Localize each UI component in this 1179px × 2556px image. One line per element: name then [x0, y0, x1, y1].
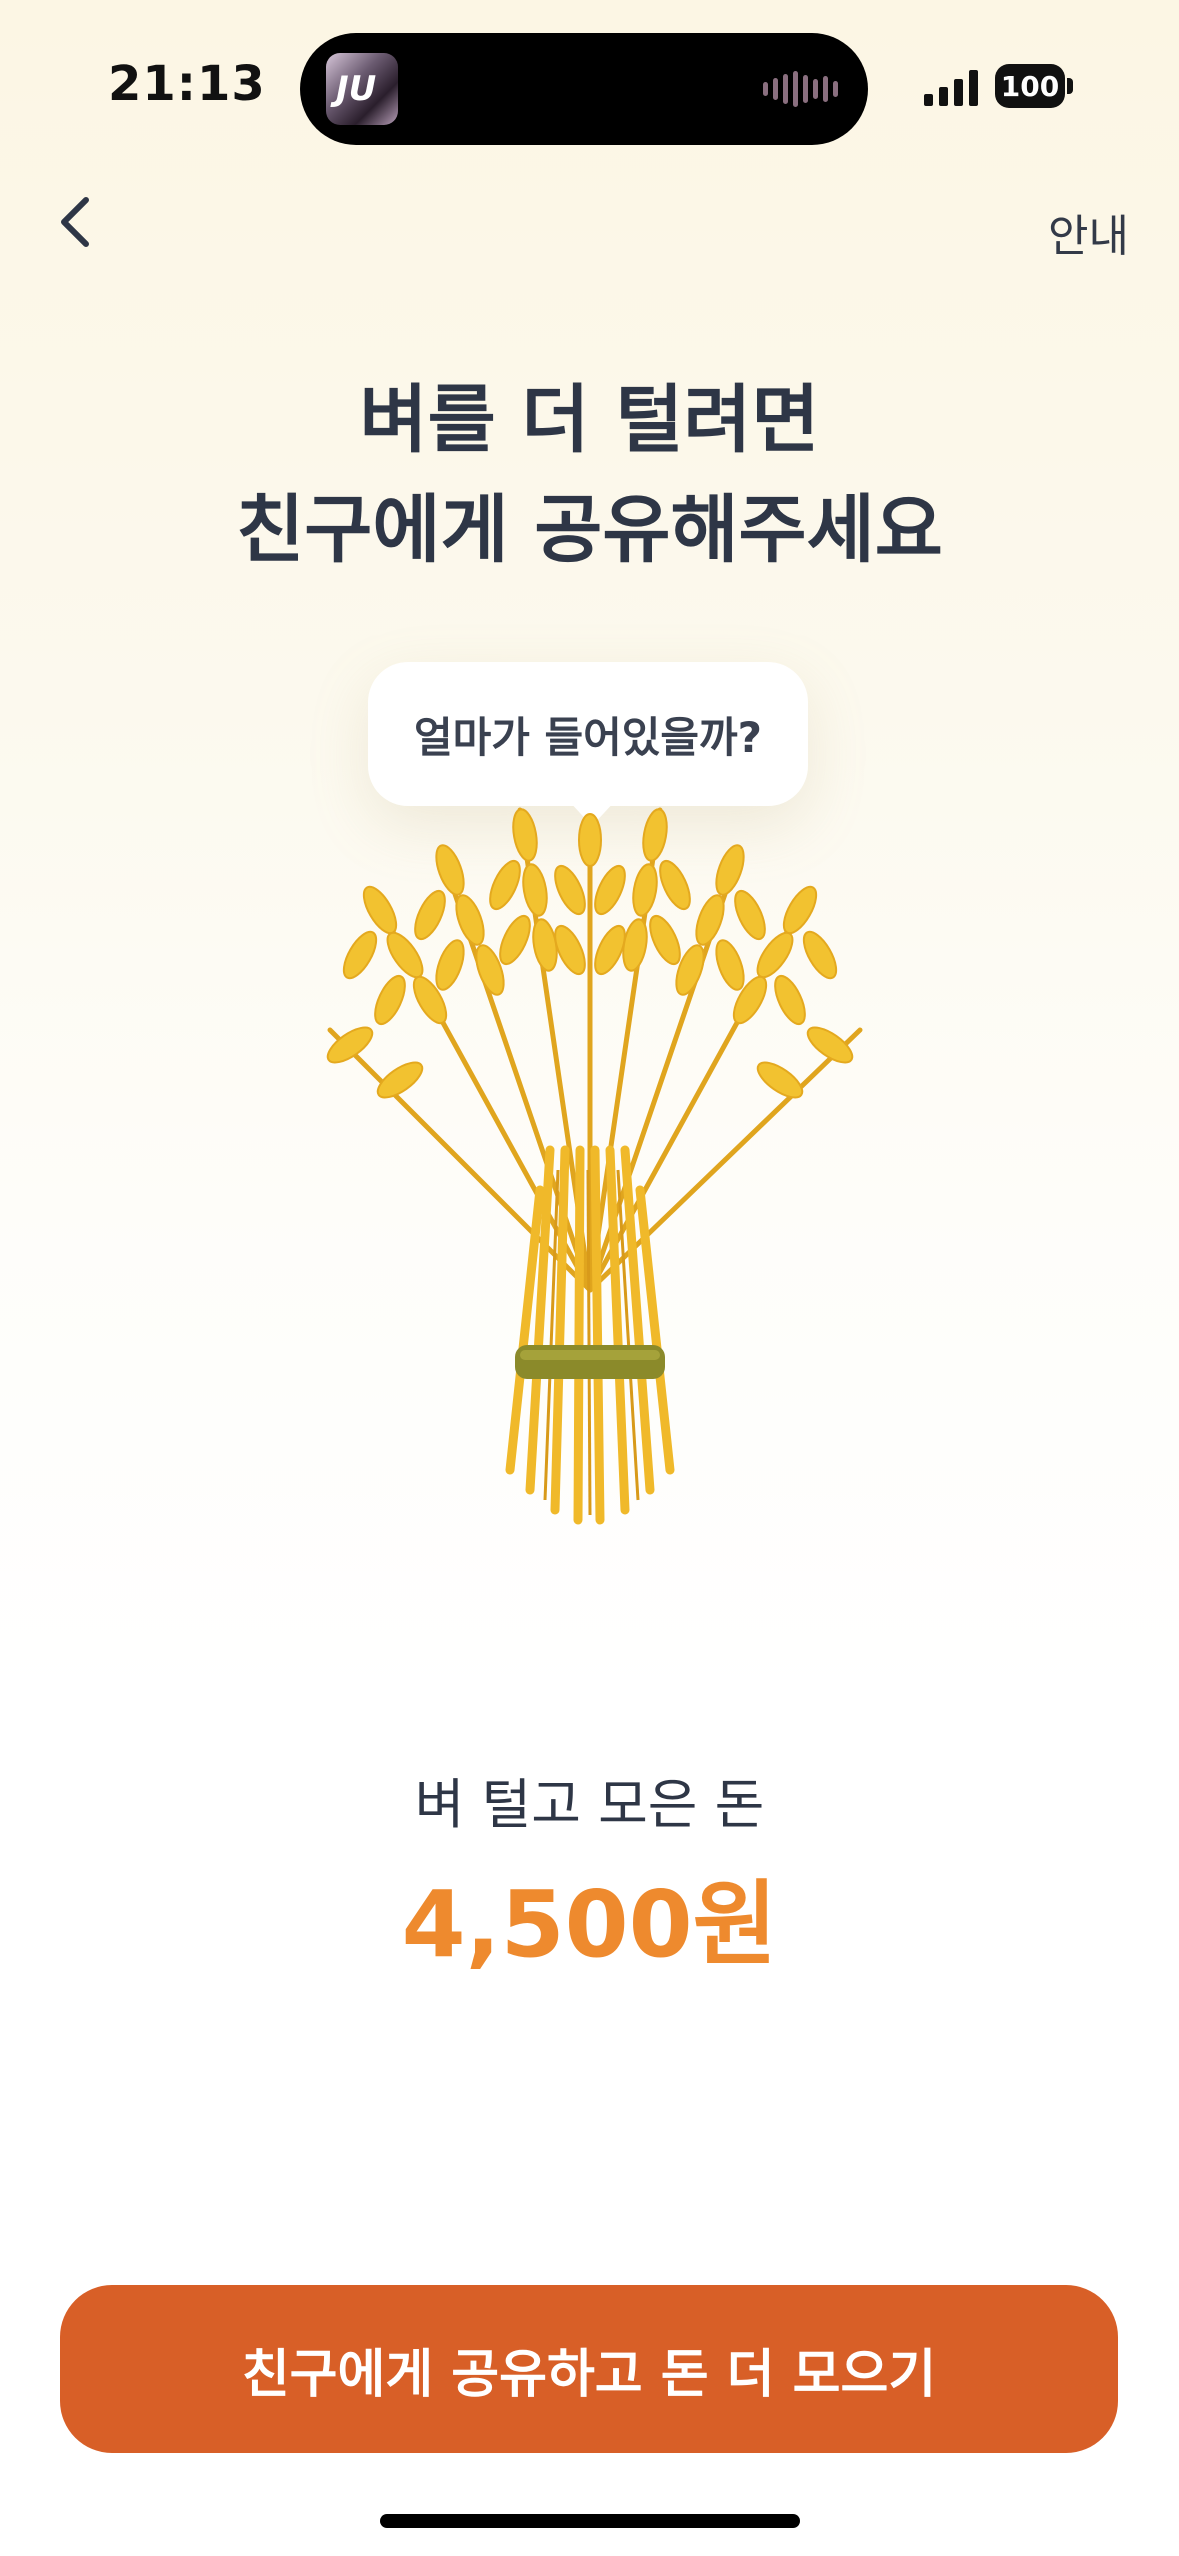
page-title-line2: 친구에게 공유해주세요: [236, 487, 943, 573]
wheat-bundle-illustration[interactable]: [300, 790, 880, 1670]
chevron-left-icon: [61, 197, 89, 247]
now-playing-art-text: JU: [336, 69, 377, 109]
speech-bubble: 얼마가 들어있을까?: [368, 662, 808, 806]
page-title-line1: 벼를 더 털려면: [359, 377, 820, 463]
now-playing-artwork: JU: [326, 53, 398, 125]
page-title: 벼를 더 털려면 친구에게 공유해주세요: [0, 365, 1179, 585]
battery-level: 100: [995, 64, 1065, 108]
dynamic-island[interactable]: JU: [300, 33, 868, 145]
cellular-signal-icon: [924, 70, 978, 106]
guide-button[interactable]: 안내: [1048, 200, 1129, 264]
share-with-friends-button[interactable]: 친구에게 공유하고 돈 더 모으기: [60, 2285, 1118, 2453]
collected-money-label: 벼 털고 모은 돈: [414, 1773, 765, 1836]
status-time: 21:13: [108, 56, 266, 112]
back-button[interactable]: [48, 186, 108, 256]
home-indicator[interactable]: [380, 2514, 800, 2528]
status-bar: 21:13 JU 100: [0, 0, 1179, 170]
battery-icon: 100: [995, 64, 1075, 108]
audio-waveform-icon: [763, 71, 838, 107]
collected-money-amount: 4,500원: [401, 1871, 778, 1978]
